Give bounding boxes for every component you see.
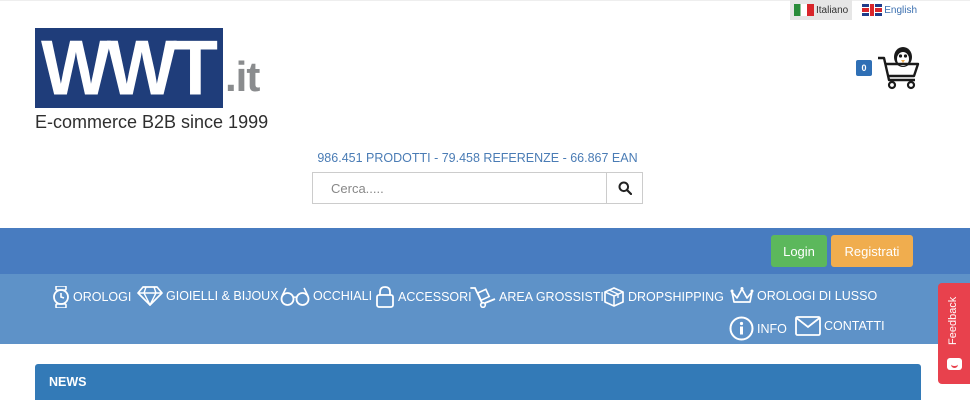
envelope-icon	[795, 316, 821, 336]
nav-label: OCCHIALI	[313, 289, 373, 303]
category-nav: OROLOGI GIOIELLI & BIJOUX OCCHIALI ACCES…	[0, 274, 970, 344]
feedback-label: Feedback	[947, 296, 959, 345]
login-button[interactable]: Login	[771, 235, 827, 267]
bag-icon	[376, 286, 394, 308]
nav-label: CONTATTI	[824, 319, 885, 333]
nav-item-accessori[interactable]: ACCESSORI	[375, 286, 472, 308]
language-italiano[interactable]: Italiano	[790, 0, 853, 20]
nav-label: GIOIELLI & BIJOUX	[166, 289, 279, 303]
account-bar: Login Registrati	[0, 228, 970, 274]
nav-item-info[interactable]: INFO	[729, 316, 787, 341]
language-selector: Italiano English	[790, 0, 921, 20]
nav-item-occhiali[interactable]: OCCHIALI	[280, 286, 372, 306]
crown-icon	[730, 287, 754, 303]
news-panel: NEWS	[35, 364, 921, 400]
site-logo[interactable]: WWT .it E-commerce B2B since 1999	[35, 28, 275, 134]
search-button[interactable]	[606, 172, 643, 204]
search-input[interactable]	[312, 172, 606, 204]
uk-flag-icon	[862, 4, 883, 16]
search-form	[312, 172, 643, 204]
nav-item-contatti[interactable]: CONTATTI	[795, 316, 885, 336]
logo-letters: WWT	[41, 23, 218, 112]
smiley-icon	[947, 358, 962, 370]
feedback-tab[interactable]: Feedback	[938, 283, 970, 384]
nav-item-orologi-di-lusso[interactable]: OROLOGI DI LUSSO	[730, 286, 877, 306]
nav-label: INFO	[757, 321, 787, 336]
language-label: Italiano	[816, 4, 849, 16]
nav-label: OROLOGI DI LUSSO	[757, 289, 878, 303]
register-button[interactable]: Registrati	[831, 235, 913, 267]
glasses-icon	[280, 287, 310, 306]
page: Italiano English WWT .it E-commerce B2B …	[0, 0, 970, 400]
logo-tagline: E-commerce B2B since 1999	[35, 112, 269, 132]
nav-item-orologi[interactable]: OROLOGI	[52, 286, 131, 308]
nav-item-gioielli[interactable]: GIOIELLI & BIJOUX	[137, 286, 279, 306]
info-icon	[729, 316, 754, 341]
nav-label: ACCESSORI	[398, 290, 472, 304]
cart-count-badge[interactable]: 0	[856, 60, 872, 76]
nav-item-dropshipping[interactable]: DROPSHIPPING	[603, 286, 724, 308]
logo-extension: .it	[225, 53, 260, 100]
nav-label: OROLOGI	[73, 290, 132, 304]
nav-label: AREA GROSSISTI	[499, 290, 604, 304]
box-icon	[604, 287, 624, 307]
watch-icon	[53, 286, 69, 308]
search-icon	[618, 181, 632, 195]
nav-label: DROPSHIPPING	[628, 290, 724, 304]
italy-flag-icon	[794, 4, 814, 16]
catalog-stats: 986.451 PRODOTTI - 79.458 REFERENZE - 66…	[317, 151, 638, 165]
hand-truck-icon	[470, 287, 496, 308]
shopping-cart-icon[interactable]	[877, 44, 921, 90]
diamond-icon	[137, 286, 163, 306]
news-heading: NEWS	[49, 375, 87, 389]
nav-item-area-grossisti[interactable]: AREA GROSSISTI	[470, 286, 604, 308]
language-label: English	[884, 4, 918, 16]
language-english[interactable]: English	[858, 0, 921, 20]
logo-box: WWT	[35, 28, 223, 108]
